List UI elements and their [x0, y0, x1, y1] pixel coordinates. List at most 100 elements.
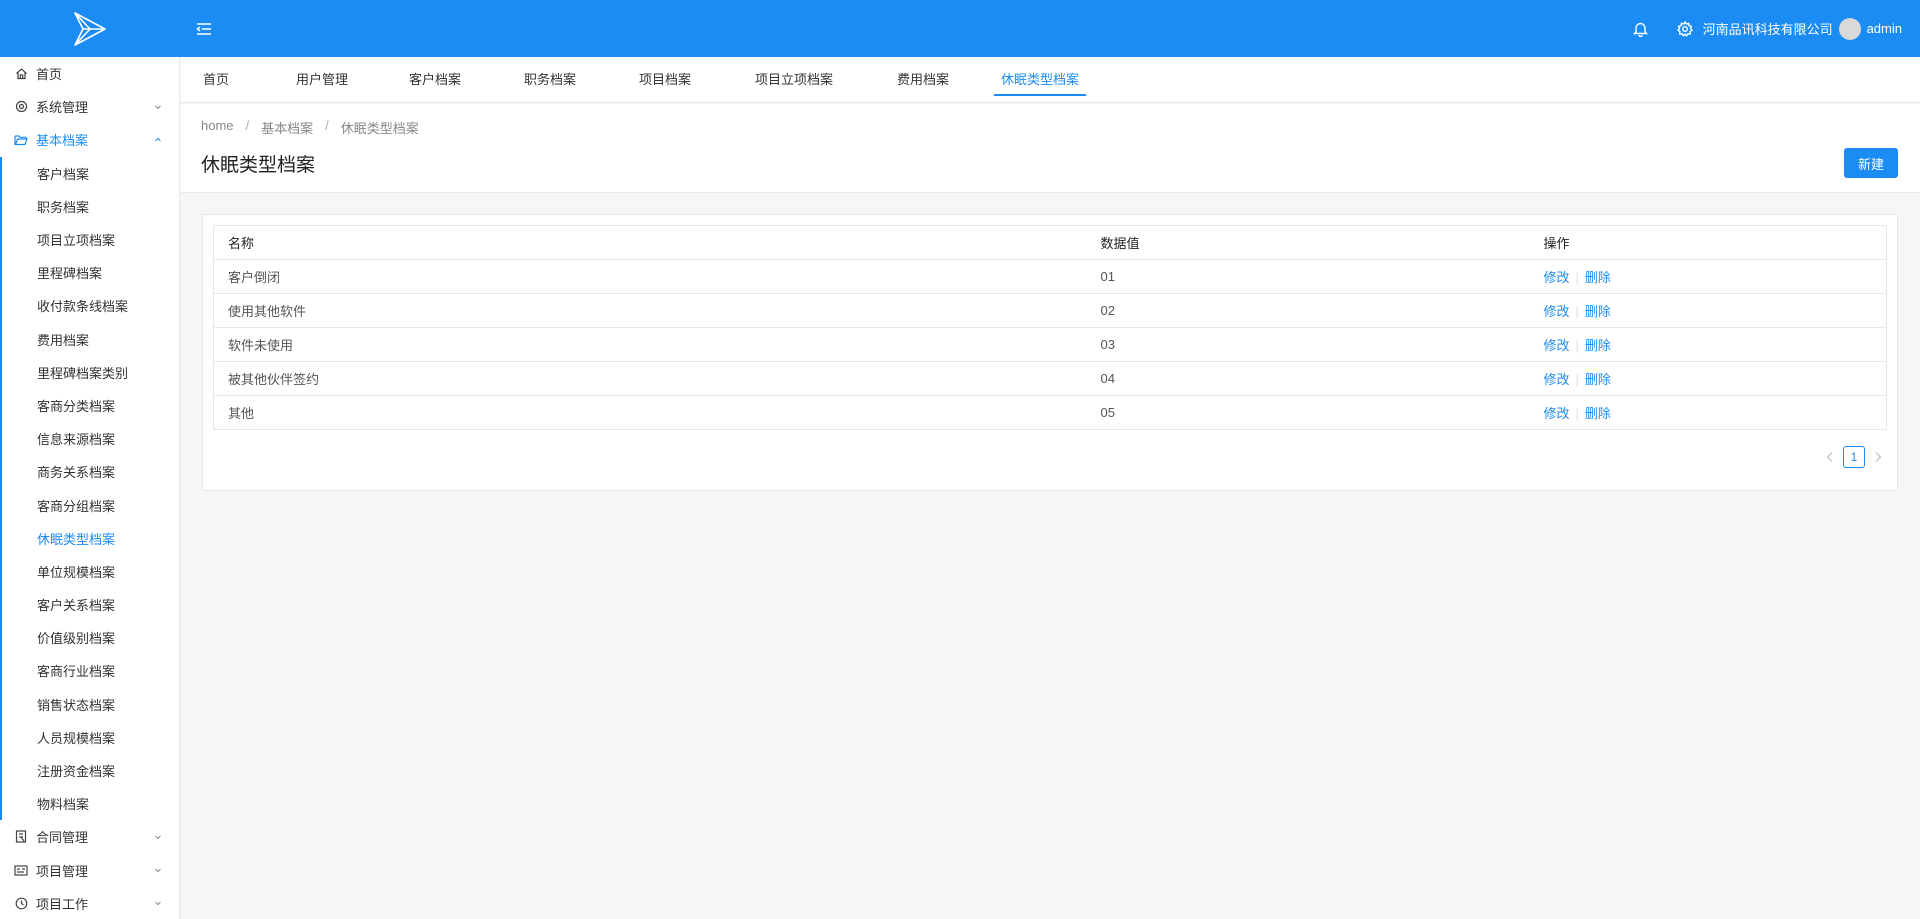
action-divider: | [1575, 304, 1579, 319]
edit-link[interactable]: 修改 [1544, 406, 1570, 421]
sidebar-subitem[interactable]: 商务关系档案 [2, 455, 179, 488]
sidebar-subitem[interactable]: 客商分组档案 [2, 488, 179, 521]
gear-icon [14, 100, 28, 114]
sidebar-item-label: 合同管理 [36, 830, 89, 846]
edit-link[interactable]: 修改 [1544, 338, 1570, 353]
sidebar-item-label: 项目管理 [36, 863, 89, 879]
menu-collapse-icon[interactable] [194, 19, 214, 39]
delete-link[interactable]: 删除 [1585, 270, 1611, 285]
action-divider: | [1575, 372, 1579, 387]
breadcrumb: home / 基本档案 / 休眠类型档案 [201, 118, 419, 137]
bell-icon[interactable] [1631, 19, 1651, 39]
delete-link[interactable]: 删除 [1585, 338, 1611, 353]
action-divider: | [1575, 270, 1579, 285]
tab-position-archive[interactable]: 职务档案 [520, 57, 580, 103]
page-number[interactable]: 1 [1843, 446, 1865, 468]
project-icon [14, 863, 28, 877]
cell-name: 被其他伙伴签约 [213, 361, 1087, 396]
breadcrumb-separator: / [325, 118, 329, 133]
edit-link[interactable]: 修改 [1544, 372, 1570, 387]
sidebar-subitem[interactable]: 收付款条线档案 [2, 289, 179, 322]
tab-customer-archive[interactable]: 客户档案 [405, 57, 465, 103]
sidebar-subitem[interactable]: 客户关系档案 [2, 588, 179, 621]
sidebar-item-basic-archive[interactable]: 基本档案 [0, 123, 179, 156]
tab-user-mgmt[interactable]: 用户管理 [292, 57, 352, 103]
delete-link[interactable]: 删除 [1585, 304, 1611, 319]
sidebar-subitem[interactable]: 客商行业档案 [2, 654, 179, 687]
cell-name: 使用其他软件 [213, 293, 1087, 328]
page-header: home / 基本档案 / 休眠类型档案 休眠类型档案 新建 [181, 104, 1920, 193]
sidebar-subitem[interactable]: 客商分类档案 [2, 389, 179, 422]
folder-open-icon [14, 133, 28, 147]
tab-project-archive[interactable]: 项目档案 [635, 57, 695, 103]
sidebar-item-label: 系统管理 [36, 100, 89, 116]
cell-actions: 修改 | 删除 [1529, 327, 1887, 362]
sidebar-subitem[interactable]: 人员规模档案 [2, 721, 179, 754]
cell-value: 01 [1086, 259, 1530, 294]
action-divider: | [1575, 338, 1579, 353]
sidebar-subitem[interactable]: 里程碑档案 [2, 256, 179, 289]
chevron-down-icon [155, 105, 161, 109]
cell-name: 客户倒闭 [213, 259, 1087, 294]
table-row: 软件未使用 03 修改 | 删除 [213, 327, 1887, 362]
tab-home[interactable]: 首页 [196, 57, 236, 103]
cell-actions: 修改 | 删除 [1529, 361, 1887, 396]
next-page-icon[interactable] [1871, 447, 1885, 467]
tab-dormant-type-archive[interactable]: 休眠类型档案 [994, 57, 1086, 103]
prev-page-icon[interactable] [1823, 447, 1837, 467]
new-button[interactable]: 新建 [1844, 148, 1898, 178]
submenu-basic-archive: 客户档案 职务档案 项目立项档案 里程碑档案 收付款条线档案 费用档案 里程碑档… [0, 156, 179, 821]
sidebar-subitem[interactable]: 里程碑档案类别 [2, 356, 179, 389]
gear-icon[interactable] [1675, 19, 1695, 39]
contract-icon [14, 830, 28, 844]
sidebar-subitem-active[interactable]: 休眠类型档案 [2, 522, 179, 555]
paper-plane-logo-icon [74, 11, 106, 46]
chevron-down-icon [155, 901, 161, 906]
sidebar-subitem[interactable]: 客户档案 [2, 157, 179, 190]
cell-value: 05 [1100, 405, 1115, 420]
sidebar-subitem[interactable]: 销售状态档案 [2, 688, 179, 721]
breadcrumb-current: 休眠类型档案 [340, 121, 419, 136]
sidebar-subitem[interactable]: 职务档案 [2, 190, 179, 223]
sidebar-item-system[interactable]: 系统管理 [0, 90, 179, 123]
cell-actions: 修改 | 删除 [1530, 396, 1887, 430]
sidebar-item-contract[interactable]: 合同管理 [0, 820, 179, 853]
sidebar-subitem[interactable]: 费用档案 [2, 323, 179, 356]
page-tabs: 首页 用户管理 客户档案 职务档案 项目档案 项目立项档案 费用档案 休眠类型档… [181, 57, 1920, 103]
cell-actions: 修改 | 删除 [1529, 293, 1887, 328]
username[interactable]: admin [1867, 21, 1902, 36]
table-row: 被其他伙伴签约 04 修改 | 删除 [213, 361, 1887, 396]
edit-link[interactable]: 修改 [1544, 270, 1570, 285]
sidebar-subitem[interactable]: 单位规模档案 [2, 555, 179, 588]
sidebar-subitem[interactable]: 注册资金档案 [2, 754, 179, 787]
table-row: 其他 05 修改 | 删除 [214, 396, 1887, 430]
page-title: 休眠类型档案 [201, 155, 316, 176]
avatar[interactable] [1838, 17, 1861, 40]
content-card: 名称 数据值 操作 客户倒闭 01 修改 | 删除 使用其他软件 02 修改 | 删除 … [202, 214, 1898, 491]
delete-link[interactable]: 删除 [1585, 406, 1611, 421]
sidebar-item-home[interactable]: 首页 [0, 57, 179, 90]
sidebar-subitem[interactable]: 物料档案 [2, 787, 179, 820]
tab-expense-archive[interactable]: 费用档案 [893, 57, 953, 103]
sidebar-item-project-work[interactable]: 项目工作 [0, 887, 179, 919]
tab-project-approval-archive[interactable]: 项目立项档案 [751, 57, 837, 103]
sidebar-item-project-mgmt[interactable]: 项目管理 [0, 854, 179, 887]
chevron-down-icon [155, 868, 161, 873]
edit-link[interactable]: 修改 [1544, 304, 1570, 319]
cell-value: 03 [1086, 327, 1530, 362]
breadcrumb-basic-archive[interactable]: 基本档案 [261, 118, 313, 137]
sidebar-item-label: 首页 [36, 67, 63, 83]
sidebar-subitem[interactable]: 项目立项档案 [2, 223, 179, 256]
data-table: 名称 数据值 操作 客户倒闭 01 修改 | 删除 使用其他软件 02 修改 | 删除 … [213, 225, 1887, 430]
cell-actions: 修改 | 删除 [1529, 259, 1887, 294]
column-header-value: 数据值 [1086, 225, 1530, 260]
logo[interactable] [0, 0, 180, 57]
breadcrumb-home[interactable]: home [201, 118, 234, 137]
delete-link[interactable]: 删除 [1585, 372, 1611, 387]
sidebar-subitem[interactable]: 信息来源档案 [2, 422, 179, 455]
company-name[interactable]: 河南品讯科技有限公司 [1703, 19, 1833, 38]
column-header-actions: 操作 [1529, 225, 1887, 260]
sidebar: 首页 系统管理 基本档案 客户档案 职务档案 项目立项档案 里程碑档案 收付款条… [0, 57, 180, 919]
pagination: 1 [1823, 446, 1885, 468]
sidebar-subitem[interactable]: 价值级别档案 [2, 621, 179, 654]
